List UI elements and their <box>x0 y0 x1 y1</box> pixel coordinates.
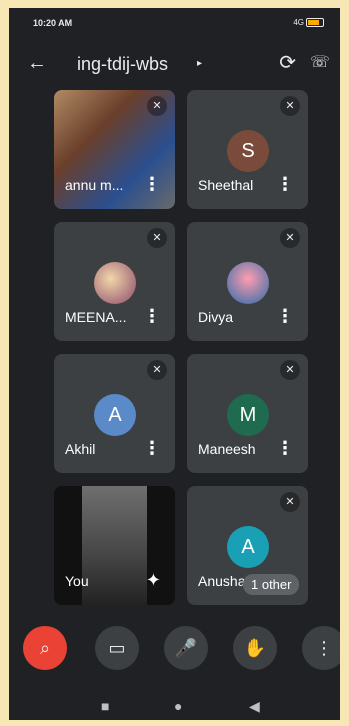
recent-apps-button[interactable]: ■ <box>101 698 109 714</box>
participant-name: annu m... <box>65 177 124 193</box>
avatar: A <box>227 526 269 568</box>
mic-off-icon: ✕ <box>147 228 167 248</box>
participant-tile[interactable]: ✕ A Akhil ⋮ <box>54 354 175 473</box>
participant-tile[interactable]: ✕ Divya ⋮ <box>187 222 308 341</box>
participant-name: Akhil <box>65 441 96 457</box>
participant-tile[interactable]: ✕ S Sheethal ⋮ <box>187 90 308 209</box>
more-options-icon[interactable]: ⋮ <box>276 438 294 459</box>
raise-hand-button[interactable]: ✋ <box>233 626 277 670</box>
meeting-code[interactable]: ing-tdij-wbs <box>77 54 168 75</box>
mic-off-icon: ✕ <box>147 360 167 380</box>
participant-name: Maneesh <box>198 441 256 457</box>
caret-right-icon[interactable]: ▸ <box>197 58 202 69</box>
end-call-button[interactable]: ⌕ <box>23 626 67 670</box>
mic-off-icon: ✕ <box>280 96 300 116</box>
avatar: A <box>94 394 136 436</box>
home-button[interactable]: ● <box>174 698 182 714</box>
back-button[interactable]: ← <box>27 52 47 75</box>
avatar: M <box>227 394 269 436</box>
network-indicator: 4G <box>293 18 304 27</box>
more-options-icon[interactable]: ⋮ <box>276 306 294 327</box>
system-nav-bar: ■ ● ◀ <box>9 692 340 720</box>
participant-name: Sheethal <box>198 177 254 193</box>
mic-off-icon: ✕ <box>280 360 300 380</box>
more-options-icon[interactable]: ⋮ <box>143 174 161 195</box>
self-video <box>82 486 147 605</box>
avatar <box>227 262 269 304</box>
more-options-icon[interactable]: ⋮ <box>143 438 161 459</box>
meeting-header: ← ing-tdij-wbs ▸ ⟳ ☏ <box>9 44 340 84</box>
call-controls: ⌕ ▭ 🎤 ✋ ⋮ <box>9 626 340 670</box>
mic-button[interactable]: 🎤 <box>164 626 208 670</box>
participant-name: MEENA... <box>65 309 127 325</box>
others-count-badge[interactable]: 1 other <box>243 574 300 595</box>
camera-button[interactable]: ▭ <box>95 626 139 670</box>
status-bar: 10:20 AM 4G <box>9 8 340 38</box>
mic-off-icon: ✕ <box>280 228 300 248</box>
participant-name: Anusha <box>198 573 246 589</box>
participant-name: Divya <box>198 309 234 325</box>
self-tile[interactable]: You ✦ <box>54 486 175 605</box>
participant-tile[interactable]: ✕ annu m... ⋮ <box>54 90 175 209</box>
mic-off-icon: ✕ <box>280 492 300 512</box>
effects-icon[interactable]: ✦ <box>146 570 161 591</box>
status-time: 10:20 AM <box>33 18 73 28</box>
switch-camera-icon[interactable]: ⟳ <box>279 50 296 75</box>
participant-tile[interactable]: ✕ M Maneesh ⋮ <box>187 354 308 473</box>
meet-screen: 10:20 AM 4G ← ing-tdij-wbs ▸ ⟳ ☏ ✕ annu … <box>9 8 340 720</box>
more-options-icon[interactable]: ⋮ <box>143 306 161 327</box>
back-nav-button[interactable]: ◀ <box>249 698 260 715</box>
avatar: S <box>227 130 269 172</box>
battery-icon <box>306 18 324 27</box>
avatar <box>94 262 136 304</box>
mic-off-icon: ✕ <box>147 96 167 116</box>
more-options-icon[interactable]: ⋮ <box>276 174 294 195</box>
participant-tile[interactable]: ✕ A Anusha 1 other <box>187 486 308 605</box>
audio-output-icon[interactable]: ☏ <box>310 52 330 72</box>
participant-name: You <box>65 573 89 589</box>
more-options-button[interactable]: ⋮ <box>302 626 340 670</box>
participant-tile[interactable]: ✕ MEENA... ⋮ <box>54 222 175 341</box>
